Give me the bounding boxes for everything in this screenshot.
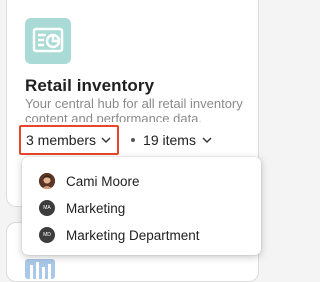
dashboard-chart-icon <box>25 18 71 64</box>
card-meta-row: 3 members 19 items <box>19 124 212 156</box>
chevron-down-icon <box>202 137 212 143</box>
member-name: Marketing <box>66 200 126 216</box>
avatar: MA <box>39 200 55 216</box>
members-count-label: 3 members <box>26 132 97 148</box>
member-name: Cami Moore <box>66 173 140 189</box>
members-dropdown-button[interactable]: 3 members <box>19 125 120 155</box>
bar-chart-icon <box>25 259 55 279</box>
avatar: MD <box>39 227 55 243</box>
card-description: Your central hub for all retail inventor… <box>25 96 243 122</box>
separator-dot <box>131 138 136 142</box>
card-title[interactable]: Retail inventory <box>25 76 154 96</box>
member-name: Marketing Department <box>66 227 200 243</box>
items-count-label: 19 items <box>143 132 196 148</box>
member-item[interactable]: MA Marketing <box>22 194 261 222</box>
member-item[interactable]: Cami Moore <box>22 167 261 195</box>
items-dropdown-button[interactable]: 19 items <box>143 132 212 148</box>
avatar <box>39 173 55 189</box>
chevron-down-icon <box>101 137 111 143</box>
members-dropdown-menu: Cami Moore MA Marketing MD Marketing Dep… <box>22 157 261 255</box>
member-item[interactable]: MD Marketing Department <box>22 221 261 249</box>
